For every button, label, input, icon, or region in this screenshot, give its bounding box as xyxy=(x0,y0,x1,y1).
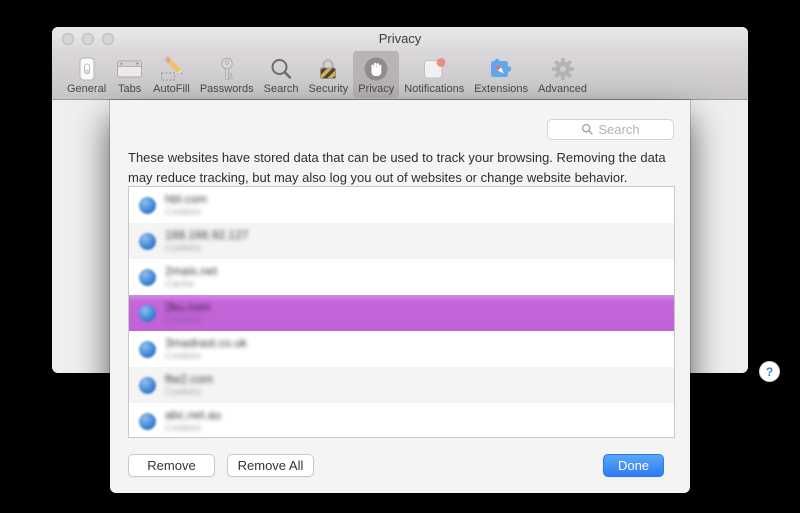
autofill-icon xyxy=(158,54,184,83)
search-icon xyxy=(268,54,294,83)
site-detail: Cookies xyxy=(165,207,207,218)
passwords-icon xyxy=(214,54,240,83)
site-text: 188.166.92.127 Cookies xyxy=(165,229,248,254)
website-icon xyxy=(139,413,156,430)
toolbar-label: Advanced xyxy=(538,84,587,95)
site-detail: Cookies xyxy=(165,423,221,434)
toolbar-item-advanced[interactable]: Advanced xyxy=(533,51,592,98)
toolbar-item-general[interactable]: General xyxy=(62,51,111,98)
website-icon xyxy=(139,197,156,214)
privacy-icon xyxy=(363,54,389,83)
general-icon xyxy=(74,54,100,83)
toolbar-item-tabs[interactable]: Tabs xyxy=(111,51,148,98)
toolbar-item-passwords[interactable]: Passwords xyxy=(195,51,259,98)
search-placeholder: Search xyxy=(598,122,639,137)
zoom-button[interactable] xyxy=(102,33,114,45)
site-detail: Cookies xyxy=(165,315,210,326)
website-icon xyxy=(139,341,156,358)
toolbar-label: AutoFill xyxy=(153,84,190,95)
site-detail: Cookies xyxy=(165,351,247,362)
site-text: ftw2.com Cookies xyxy=(165,373,213,398)
website-icon xyxy=(139,305,156,322)
site-name: hbl.com xyxy=(165,193,207,206)
advanced-icon xyxy=(550,54,576,83)
site-row[interactable]: hbl.com Cookies xyxy=(129,187,674,223)
toolbar-label: Passwords xyxy=(200,84,254,95)
remove-button[interactable]: Remove xyxy=(128,454,215,477)
site-row[interactable]: ftw2.com Cookies xyxy=(129,367,674,403)
privacy-description: These websites have stored data that can… xyxy=(128,148,680,188)
help-button[interactable]: ? xyxy=(759,361,780,382)
tabs-icon xyxy=(116,54,143,83)
website-icon xyxy=(139,233,156,250)
notifications-icon xyxy=(421,54,447,83)
toolbar-label: Tabs xyxy=(118,84,141,95)
search-input[interactable]: Search xyxy=(547,119,674,140)
toolbar-label: Extensions xyxy=(474,84,528,95)
toolbar-item-security[interactable]: Security xyxy=(303,51,353,98)
site-text: hbl.com Cookies xyxy=(165,193,207,218)
titlebar: Privacy xyxy=(52,27,748,50)
toolbar-label: Security xyxy=(308,84,348,95)
site-row[interactable]: abc.net.au Cookies xyxy=(129,403,674,438)
toolbar-label: Privacy xyxy=(358,84,394,95)
privacy-sheet: Search These websites have stored data t… xyxy=(110,100,690,493)
toolbar-label: Notifications xyxy=(404,84,464,95)
security-icon xyxy=(315,54,341,83)
toolbar-label: General xyxy=(67,84,106,95)
done-button[interactable]: Done xyxy=(603,454,664,477)
minimize-button[interactable] xyxy=(82,33,94,45)
site-name: 3madrast.co.uk xyxy=(165,337,247,350)
site-row[interactable]: 188.166.92.127 Cookies xyxy=(129,223,674,259)
website-icon xyxy=(139,269,156,286)
site-text: 3madrast.co.uk Cookies xyxy=(165,337,247,362)
site-detail: Cookies xyxy=(165,387,213,398)
site-list[interactable]: hbl.com Cookies 188.166.92.127 Cookies 2… xyxy=(128,186,675,438)
toolbar-item-notifications[interactable]: Notifications xyxy=(399,51,469,98)
close-button[interactable] xyxy=(62,33,74,45)
extensions-icon xyxy=(488,54,514,83)
site-name: 188.166.92.127 xyxy=(165,229,248,242)
site-text: 2mais.net Cache xyxy=(165,265,217,290)
site-name: abc.net.au xyxy=(165,409,221,422)
preferences-toolbar: General Tabs xyxy=(52,50,748,100)
site-row[interactable]: 2ku.com Cookies xyxy=(129,295,674,331)
toolbar-item-extensions[interactable]: Extensions xyxy=(469,51,533,98)
toolbar-item-search[interactable]: Search xyxy=(259,51,304,98)
traffic-lights xyxy=(62,33,114,45)
site-text: abc.net.au Cookies xyxy=(165,409,221,434)
toolbar-item-autofill[interactable]: AutoFill xyxy=(148,51,195,98)
site-row[interactable]: 3madrast.co.uk Cookies xyxy=(129,331,674,367)
site-detail: Cache xyxy=(165,279,217,290)
site-text: 2ku.com Cookies xyxy=(165,301,210,326)
website-icon xyxy=(139,377,156,394)
site-name: ftw2.com xyxy=(165,373,213,386)
window-title: Privacy xyxy=(379,31,422,46)
toolbar-label: Search xyxy=(264,84,299,95)
site-name: 2mais.net xyxy=(165,265,217,278)
remove-all-button[interactable]: Remove All xyxy=(227,454,314,477)
site-name: 2ku.com xyxy=(165,301,210,314)
site-detail: Cookies xyxy=(165,243,248,254)
search-field-icon xyxy=(581,123,594,136)
toolbar-item-privacy[interactable]: Privacy xyxy=(353,51,399,98)
site-row[interactable]: 2mais.net Cache xyxy=(129,259,674,295)
